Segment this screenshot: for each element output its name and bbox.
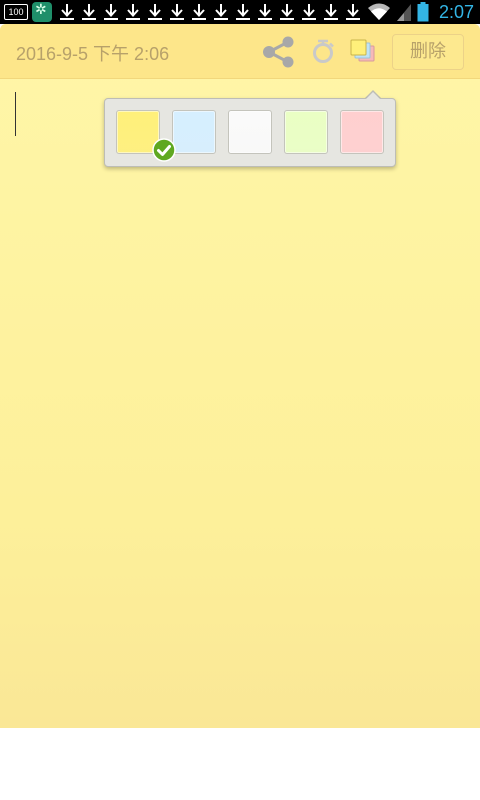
note-title-bar: 2016-9-5 下午 2:06 删除 bbox=[0, 24, 480, 79]
selected-check-icon bbox=[152, 138, 176, 162]
alarm-icon[interactable] bbox=[310, 38, 336, 64]
download-icon bbox=[210, 0, 232, 24]
swatch-red[interactable] bbox=[340, 110, 384, 154]
popup-arrow-inner bbox=[365, 92, 381, 100]
download-icon bbox=[78, 0, 100, 24]
signal-icon bbox=[396, 4, 411, 21]
swatch-white[interactable] bbox=[228, 110, 272, 154]
share-icon[interactable] bbox=[262, 36, 296, 68]
color-picker-popup bbox=[104, 98, 396, 167]
download-icon bbox=[276, 0, 298, 24]
note-editor[interactable]: 2016-9-5 下午 2:06 删除 bbox=[0, 24, 480, 728]
note-date: 2016-9-5 下午 2:06 bbox=[16, 44, 170, 64]
battery-icon bbox=[417, 2, 429, 22]
app-notification-icon bbox=[32, 2, 52, 22]
status-right: 2:07 bbox=[367, 0, 474, 24]
download-icon bbox=[232, 0, 254, 24]
swatch-green[interactable] bbox=[284, 110, 328, 154]
download-icon bbox=[56, 0, 78, 24]
download-icon bbox=[100, 0, 122, 24]
download-icon bbox=[122, 0, 144, 24]
download-icon bbox=[254, 0, 276, 24]
download-icon bbox=[342, 0, 364, 24]
download-icon bbox=[144, 0, 166, 24]
clock: 2:07 bbox=[438, 1, 474, 22]
wifi-icon bbox=[367, 3, 390, 20]
swatch-blue[interactable] bbox=[172, 110, 216, 154]
download-notifications bbox=[56, 0, 364, 24]
delete-button[interactable]: 删除 bbox=[392, 34, 464, 70]
color-picker-icon[interactable] bbox=[349, 39, 377, 65]
download-icon bbox=[298, 0, 320, 24]
text-cursor bbox=[15, 92, 16, 136]
download-icon bbox=[320, 0, 342, 24]
battery-percent-badge: 100 bbox=[4, 4, 28, 20]
download-icon bbox=[188, 0, 210, 24]
status-bar: 100 2:07 bbox=[0, 0, 480, 24]
download-icon bbox=[166, 0, 188, 24]
